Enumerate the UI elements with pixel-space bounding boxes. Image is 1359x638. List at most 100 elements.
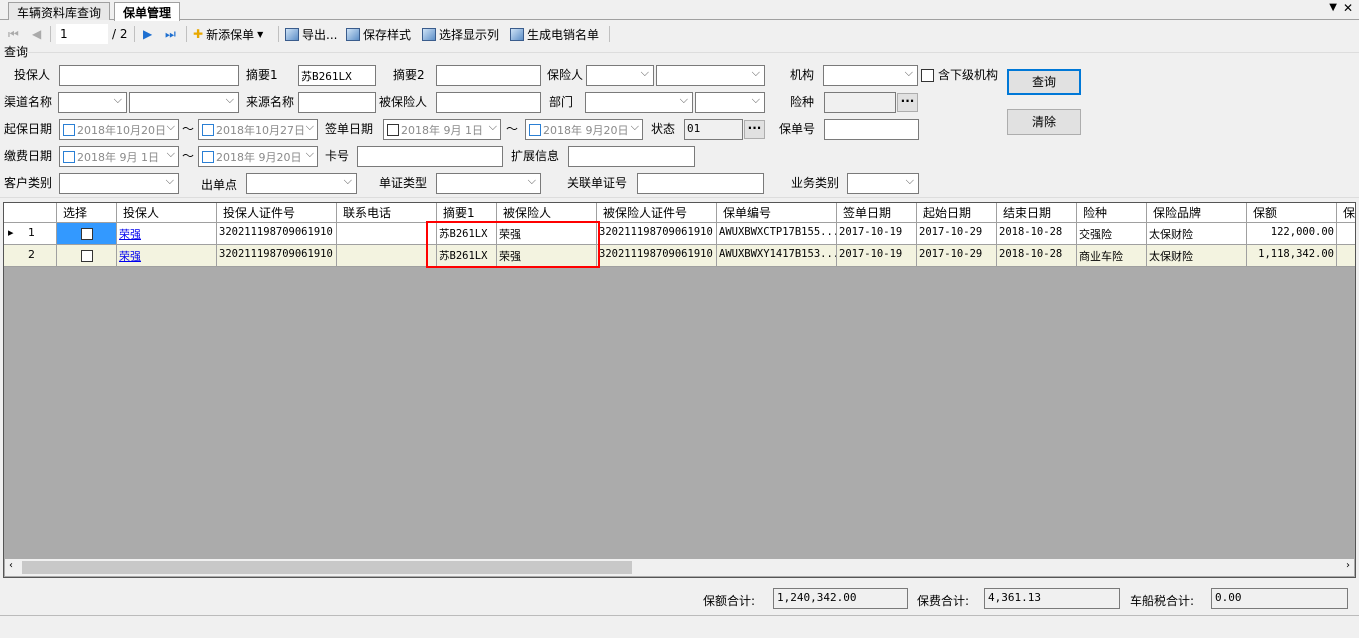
- cell-sel[interactable]: [57, 223, 117, 245]
- policy-no-input[interactable]: [824, 119, 919, 140]
- cell-insured_id[interactable]: 320211198709061910: [597, 245, 717, 267]
- policyholder-input[interactable]: [59, 65, 239, 86]
- issue-point-select[interactable]: [246, 173, 357, 194]
- column-header[interactable]: 保险品牌: [1147, 203, 1247, 223]
- column-header[interactable]: 保单编号: [717, 203, 837, 223]
- cell-holder[interactable]: 荣强: [117, 223, 217, 245]
- column-header[interactable]: 联系电话: [337, 203, 437, 223]
- card-no-input[interactable]: [357, 146, 503, 167]
- cell-risk[interactable]: 交强险: [1077, 223, 1147, 245]
- column-header[interactable]: 起始日期: [917, 203, 997, 223]
- summary1-input[interactable]: 苏B261LX: [298, 65, 376, 86]
- start-date-from[interactable]: 2018年10月20日: [59, 119, 179, 140]
- pay-date-to[interactable]: 2018年 9月20日: [198, 146, 318, 167]
- insurer-select[interactable]: [586, 65, 654, 86]
- column-header[interactable]: 保: [1337, 203, 1355, 223]
- column-header[interactable]: 被保险人证件号: [597, 203, 717, 223]
- column-header[interactable]: 被保险人: [497, 203, 597, 223]
- column-header[interactable]: 选择: [57, 203, 117, 223]
- risk-browse-button[interactable]: ···: [897, 93, 918, 112]
- cell-start[interactable]: 2017-10-29: [917, 245, 997, 267]
- ext-info-input[interactable]: [568, 146, 695, 167]
- tab-vehicle-query[interactable]: 车辆资料库查询: [8, 2, 111, 20]
- cell-end[interactable]: 2018-10-28: [997, 223, 1077, 245]
- column-header[interactable]: 投保人: [117, 203, 217, 223]
- column-header[interactable]: 签单日期: [837, 203, 917, 223]
- cell-policy[interactable]: AWUXBWXY1417B153...: [717, 245, 837, 267]
- column-header[interactable]: 保额: [1247, 203, 1337, 223]
- risk-input[interactable]: [824, 92, 896, 113]
- prev-page-icon[interactable]: ◀: [32, 25, 41, 43]
- column-header[interactable]: 结束日期: [997, 203, 1077, 223]
- cell-brand[interactable]: 太保财险: [1147, 245, 1247, 267]
- include-sub-checkbox[interactable]: [921, 69, 934, 82]
- insured-input[interactable]: [436, 92, 541, 113]
- cell-holder[interactable]: 荣强: [117, 245, 217, 267]
- scroll-right-icon[interactable]: ›: [1346, 560, 1350, 571]
- sign-date-from[interactable]: 2018年 9月 1日: [383, 119, 501, 140]
- summary2-input[interactable]: [436, 65, 541, 86]
- cust-type-select[interactable]: [59, 173, 179, 194]
- cell-sign[interactable]: 2017-10-19: [837, 245, 917, 267]
- add-policy-button[interactable]: ✚ 新添保单 ▼: [193, 25, 263, 43]
- sign-date-to[interactable]: 2018年 9月20日: [525, 119, 643, 140]
- cell-start[interactable]: 2017-10-29: [917, 223, 997, 245]
- next-page-icon[interactable]: ▶: [143, 25, 152, 43]
- scroll-thumb[interactable]: [22, 561, 632, 574]
- doc-type-select[interactable]: [436, 173, 541, 194]
- dropdown-arrow-icon[interactable]: ▼: [1329, 2, 1337, 13]
- save-style-button[interactable]: 保存样式: [346, 25, 411, 43]
- cell-holder_id[interactable]: 320211198709061910: [217, 245, 337, 267]
- column-header[interactable]: [4, 203, 57, 223]
- cell-sign[interactable]: 2017-10-19: [837, 223, 917, 245]
- cell-no[interactable]: 2: [4, 245, 57, 267]
- plus-icon: ✚: [193, 27, 204, 41]
- cell-fee[interactable]: 3: [1337, 245, 1355, 267]
- table-row[interactable]: 2 荣强 320211198709061910 苏B261LX 荣强 3202111987…: [4, 245, 1355, 267]
- generate-list-button[interactable]: 生成电销名单: [510, 25, 599, 43]
- search-button[interactable]: 查询: [1007, 69, 1081, 95]
- tab-policy-management[interactable]: 保单管理: [114, 2, 181, 21]
- select-checkbox[interactable]: [80, 250, 93, 262]
- biz-type-select[interactable]: [847, 173, 919, 194]
- cell-risk[interactable]: 商业车险: [1077, 245, 1147, 267]
- page-input[interactable]: 1: [56, 24, 108, 44]
- export-button[interactable]: 导出...: [285, 25, 337, 43]
- status-browse-button[interactable]: ···: [744, 120, 765, 139]
- choose-columns-button[interactable]: 选择显示列: [422, 25, 499, 43]
- table-row[interactable]: ▸ 1 荣强 320211198709061910 苏B261LX 荣强 320211198…: [4, 223, 1355, 245]
- cell-phone[interactable]: [337, 245, 437, 267]
- cell-phone[interactable]: [337, 223, 437, 245]
- column-header[interactable]: 险种: [1077, 203, 1147, 223]
- select-checkbox[interactable]: [80, 228, 93, 240]
- cell-brand[interactable]: 太保财险: [1147, 223, 1247, 245]
- pay-date-from[interactable]: 2018年 9月 1日: [59, 146, 179, 167]
- cell-amount[interactable]: 1,118,342.00: [1247, 245, 1337, 267]
- last-page-icon[interactable]: ⏭: [165, 25, 176, 43]
- cell-insured_id[interactable]: 320211198709061910: [597, 223, 717, 245]
- start-date-to[interactable]: 2018年10月27日: [198, 119, 318, 140]
- cell-holder_id[interactable]: 320211198709061910: [217, 223, 337, 245]
- close-icon[interactable]: ✕: [1343, 1, 1353, 15]
- status-input[interactable]: 01: [684, 119, 743, 140]
- channel-select[interactable]: [58, 92, 127, 113]
- cell-no[interactable]: ▸ 1: [4, 223, 57, 245]
- insurer-sub-select[interactable]: [656, 65, 765, 86]
- cell-end[interactable]: 2018-10-28: [997, 245, 1077, 267]
- rel-doc-input[interactable]: [637, 173, 764, 194]
- column-header[interactable]: 摘要1: [437, 203, 497, 223]
- cell-sel[interactable]: [57, 245, 117, 267]
- cell-fee[interactable]: [1337, 223, 1355, 245]
- cell-amount[interactable]: 122,000.00: [1247, 223, 1337, 245]
- dept-select[interactable]: [585, 92, 693, 113]
- source-input[interactable]: [298, 92, 376, 113]
- first-page-icon[interactable]: ⏮: [8, 25, 19, 43]
- org-select[interactable]: [823, 65, 918, 86]
- clear-button[interactable]: 清除: [1007, 109, 1081, 135]
- dept-sub-select[interactable]: [695, 92, 765, 113]
- horizontal-scrollbar[interactable]: ‹ ›: [5, 559, 1354, 576]
- scroll-left-icon[interactable]: ‹: [9, 560, 13, 571]
- column-header[interactable]: 投保人证件号: [217, 203, 337, 223]
- channel-sub-select[interactable]: [129, 92, 239, 113]
- cell-policy[interactable]: AWUXBWXCTP17B155...: [717, 223, 837, 245]
